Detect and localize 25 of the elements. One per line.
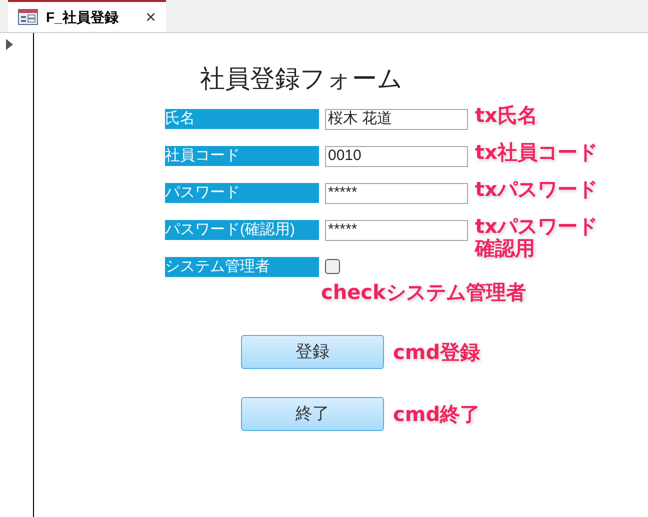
close-button[interactable]: × — [145, 8, 156, 26]
input-field[interactable]: ***** — [325, 220, 468, 241]
input-field[interactable]: 桜木 花道 — [325, 109, 468, 130]
annotation: tx社員コード — [475, 141, 598, 163]
form-tab[interactable]: F_社員登録 × — [8, 0, 166, 32]
field-label: 社員コード — [165, 146, 319, 166]
checkbox[interactable] — [325, 259, 340, 274]
annotation: txパスワード確認用 — [475, 215, 598, 259]
command-button[interactable]: 終了 — [241, 397, 384, 431]
tab-title: F_社員登録 — [46, 8, 118, 26]
annotation: cmd登録 — [393, 341, 480, 363]
input-field[interactable]: 0010 — [325, 146, 468, 167]
field-label: 氏名 — [165, 109, 319, 129]
annotation: cmd終了 — [393, 403, 480, 425]
annotation: checkシステム管理者 — [321, 281, 527, 303]
command-button[interactable]: 登録 — [241, 335, 384, 369]
field-label: システム管理者 — [165, 257, 319, 277]
field-label: パスワード — [165, 183, 319, 203]
annotation: txパスワード — [475, 178, 598, 200]
form-title: 社員登録フォーム — [200, 64, 404, 95]
annotation: tx氏名 — [475, 104, 538, 126]
record-selector-icon — [6, 39, 13, 50]
form-icon — [18, 9, 38, 25]
input-field[interactable]: ***** — [325, 183, 468, 204]
field-label: パスワード(確認用) — [165, 220, 319, 240]
